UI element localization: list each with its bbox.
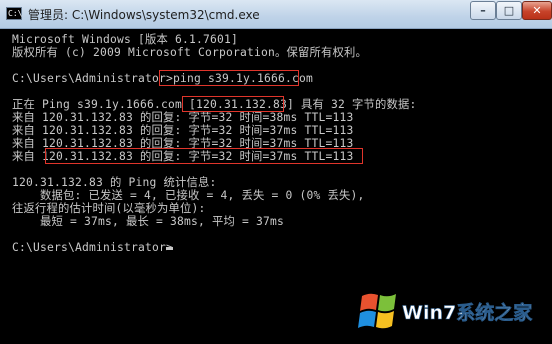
console-line: 来自 120.31.132.83 的回复: 字节=32 时间=37ms TTL=… — [12, 124, 354, 137]
console-line: 来自 120.31.132.83 的回复: 字节=32 时间=37ms TTL=… — [12, 150, 354, 163]
console-line: 来自 120.31.132.83 的回复: 字节=32 时间=37ms TTL=… — [12, 137, 354, 150]
cmd-window: C:\ 管理员: C:\Windows\system32\cmd.exe – □… — [0, 0, 552, 344]
console-line: 正在 Ping s39.1y.1666.com [120.31.132.83] … — [12, 98, 417, 111]
windows-logo-icon — [358, 293, 396, 329]
console-line: Microsoft Windows [版本 6.1.7601] — [12, 33, 239, 46]
title-bar[interactable]: C:\ 管理员: C:\Windows\system32\cmd.exe – □… — [0, 0, 552, 29]
console-line: 120.31.132.83 的 Ping 统计信息: — [12, 176, 217, 189]
console-line: C:\Users\Administrator> — [12, 241, 174, 254]
close-icon: ✕ — [532, 4, 542, 17]
maximize-button[interactable]: □ — [496, 1, 522, 20]
console-line: 版权所有 (c) 2009 Microsoft Corporation。保留所有… — [12, 46, 368, 59]
close-button[interactable]: ✕ — [522, 1, 552, 20]
window-title: 管理员: C:\Windows\system32\cmd.exe — [28, 8, 260, 22]
minimize-icon: – — [480, 4, 486, 17]
console-line: 往返行程的估计时间(以毫秒为单位): — [12, 202, 206, 215]
console-line: 来自 120.31.132.83 的回复: 字节=32 时间=38ms TTL=… — [12, 111, 354, 124]
watermark-logo: Win7系统之家 — [358, 293, 534, 329]
minimize-button[interactable]: – — [470, 1, 496, 20]
console-line: 最短 = 37ms, 最长 = 38ms, 平均 = 37ms — [12, 215, 285, 228]
cmd-icon: C:\ — [6, 7, 23, 20]
console-line: C:\Users\Administrator>ping s39.1y.1666.… — [12, 72, 314, 85]
maximize-icon: □ — [503, 4, 515, 17]
watermark-brand: Win7系统之家 — [402, 301, 533, 324]
text-cursor — [166, 247, 173, 250]
console-line: 数据包: 已发送 = 4, 已接收 = 4, 丢失 = 0 (0% 丢失), — [12, 189, 365, 202]
